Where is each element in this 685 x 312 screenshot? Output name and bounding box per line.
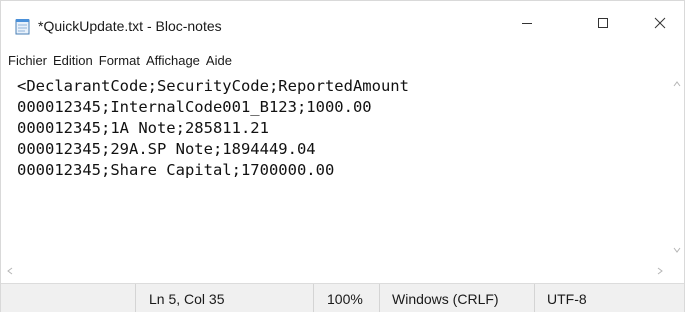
title-bar[interactable]: *QuickUpdate.txt - Bloc-notes	[1, 1, 684, 49]
text-line: 000012345;1A Note;285811.21	[17, 119, 269, 137]
text-line: 000012345;Share Capital;1700000.00	[17, 161, 335, 179]
status-bar: Ln 5, Col 35 100% Windows (CRLF) UTF-8	[1, 283, 684, 312]
text-line: <DeclarantCode;SecurityCode;ReportedAmou…	[17, 77, 409, 95]
scroll-up-icon[interactable]	[673, 80, 681, 90]
menu-aide[interactable]: Aide	[203, 53, 235, 68]
vertical-scrollbar[interactable]	[670, 72, 684, 260]
text-line: 000012345;InternalCode001_B123;1000.00	[17, 98, 372, 116]
close-button[interactable]	[637, 1, 683, 49]
scroll-right-icon[interactable]	[656, 267, 664, 277]
cursor-position: Ln 5, Col 35	[149, 290, 225, 307]
scroll-left-icon[interactable]	[6, 267, 14, 277]
close-icon	[654, 16, 666, 34]
scroll-down-icon[interactable]	[673, 246, 681, 256]
menu-bar: Fichier Edition Format Affichage Aide	[1, 49, 684, 72]
menu-edition[interactable]: Edition	[50, 53, 96, 68]
minimize-icon	[521, 16, 533, 34]
menu-affichage[interactable]: Affichage	[143, 53, 203, 68]
status-divider	[313, 284, 314, 312]
status-divider	[534, 284, 535, 312]
notepad-window: *QuickUpdate.txt - Bloc-notes Fichier Ed…	[0, 0, 685, 312]
window-title: *QuickUpdate.txt - Bloc-notes	[38, 18, 222, 34]
encoding: UTF-8	[547, 290, 587, 307]
notepad-icon	[15, 18, 31, 35]
zoom-level: 100%	[327, 290, 363, 307]
minimize-button[interactable]	[504, 1, 550, 49]
status-divider	[379, 284, 380, 312]
maximize-icon	[597, 16, 609, 34]
menu-format[interactable]: Format	[96, 53, 143, 68]
maximize-button[interactable]	[580, 1, 626, 49]
line-ending: Windows (CRLF)	[392, 290, 499, 307]
status-divider	[135, 284, 136, 312]
text-line: 000012345;29A.SP Note;1894449.04	[17, 140, 316, 158]
horizontal-scrollbar[interactable]	[1, 260, 684, 283]
menu-fichier[interactable]: Fichier	[5, 53, 50, 68]
text-editor[interactable]: <DeclarantCode;SecurityCode;ReportedAmou…	[1, 72, 670, 260]
